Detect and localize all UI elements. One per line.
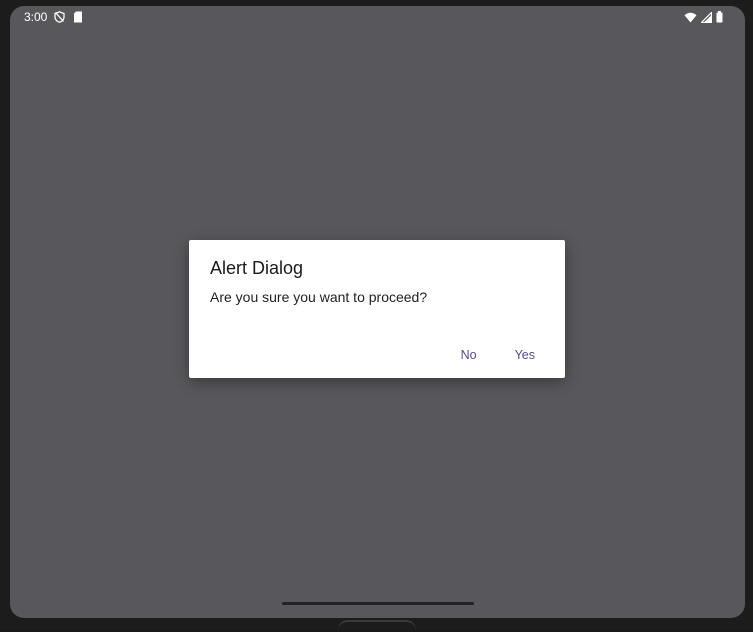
yes-button[interactable]: Yes [505, 344, 545, 366]
dialog-message: Are you sure you want to proceed? [210, 289, 428, 305]
battery-icon [716, 11, 723, 23]
dialog-title: Alert Dialog [210, 258, 304, 278]
no-button[interactable]: No [451, 344, 487, 366]
shield-off-icon [54, 11, 65, 23]
status-time: 3:00 [24, 10, 48, 24]
sd-card-icon [73, 11, 83, 23]
wifi-icon [684, 12, 697, 23]
alert-dialog: Alert Dialog Are you sure you want to pr… [189, 240, 565, 378]
cell-signal-icon [701, 11, 712, 23]
status-bar: 3:00 [10, 6, 745, 30]
screen: 3:00 Alert Dialog Are you sure you want … [10, 6, 745, 618]
navigation-handle[interactable] [282, 602, 474, 605]
device-frame: 3:00 Alert Dialog Are you sure you want … [0, 0, 753, 630]
status-right-icons [684, 11, 723, 23]
dialog-actions: No Yes [451, 344, 545, 366]
device-hinge [338, 620, 416, 632]
status-left-icons [54, 11, 83, 23]
